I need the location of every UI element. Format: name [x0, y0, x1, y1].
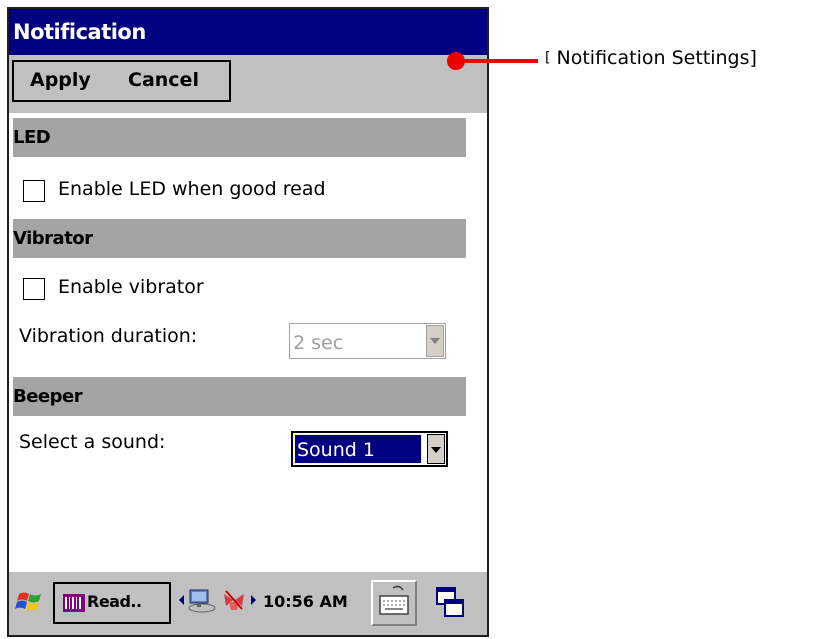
- keyboard-icon: [379, 585, 409, 615]
- scanner-app-icon: [63, 594, 85, 612]
- vibration-duration-value: 2 sec: [293, 332, 344, 354]
- task-read-button[interactable]: Read..: [53, 582, 171, 624]
- sound-dropdown-button[interactable]: [427, 434, 445, 464]
- vibration-duration-select: 2 sec: [289, 323, 446, 359]
- taskbar-clock[interactable]: 10:56 AM: [263, 592, 348, 611]
- keyboard-button[interactable]: [371, 580, 417, 626]
- windows-start-icon[interactable]: [15, 586, 45, 616]
- section-header-vibrator: Vibrator: [13, 219, 466, 258]
- sound-selection-highlight: Sound 1: [294, 434, 422, 464]
- vibration-duration-label: Vibration duration:: [19, 325, 198, 347]
- tray-scroll-left-icon[interactable]: [179, 595, 184, 605]
- annotation-bracket: [: [545, 50, 551, 66]
- sound-select[interactable]: Sound 1: [291, 431, 448, 467]
- desktop-switch-icon: [436, 587, 464, 617]
- menu-bar: Apply Cancel: [9, 55, 487, 113]
- device-screen: Notification Apply Cancel LED Enable LED…: [7, 7, 489, 637]
- annotation-line: [462, 59, 538, 63]
- duration-dropdown-button: [426, 325, 444, 357]
- section-title-led: LED: [13, 127, 51, 148]
- enable-led-label[interactable]: Enable LED when good read: [58, 178, 326, 200]
- apply-button[interactable]: Apply: [30, 69, 91, 91]
- cancel-button[interactable]: Cancel: [128, 69, 199, 91]
- chevron-down-icon: [430, 338, 440, 344]
- section-title-vibrator: Vibrator: [13, 228, 93, 249]
- enable-vibrator-checkbox[interactable]: [23, 278, 45, 300]
- section-title-beeper: Beeper: [13, 386, 83, 407]
- enable-led-checkbox[interactable]: [23, 180, 45, 202]
- desktop-switch-button[interactable]: [427, 580, 473, 626]
- window-title: Notification: [13, 20, 146, 44]
- select-sound-label: Select a sound:: [19, 431, 166, 453]
- enable-vibrator-label[interactable]: Enable vibrator: [58, 276, 204, 298]
- unplugged-icon[interactable]: [221, 586, 247, 614]
- annotation-text: Notification Settings]: [556, 47, 757, 69]
- network-icon[interactable]: [187, 586, 217, 614]
- task-read-label: Read..: [87, 592, 142, 611]
- sound-select-value: Sound 1: [297, 439, 375, 461]
- section-header-beeper: Beeper: [13, 377, 466, 416]
- annotation-label: [ Notification Settings]: [545, 47, 757, 69]
- tray-scroll-right-icon[interactable]: [251, 595, 256, 605]
- menu-button-group: Apply Cancel: [12, 60, 231, 102]
- taskbar: Read.. 10:56 AM: [9, 571, 487, 635]
- chevron-down-icon: [431, 447, 441, 453]
- settings-content: LED Enable LED when good read Vibrator E…: [9, 113, 487, 571]
- section-header-led: LED: [13, 118, 466, 157]
- title-bar: Notification: [9, 9, 487, 55]
